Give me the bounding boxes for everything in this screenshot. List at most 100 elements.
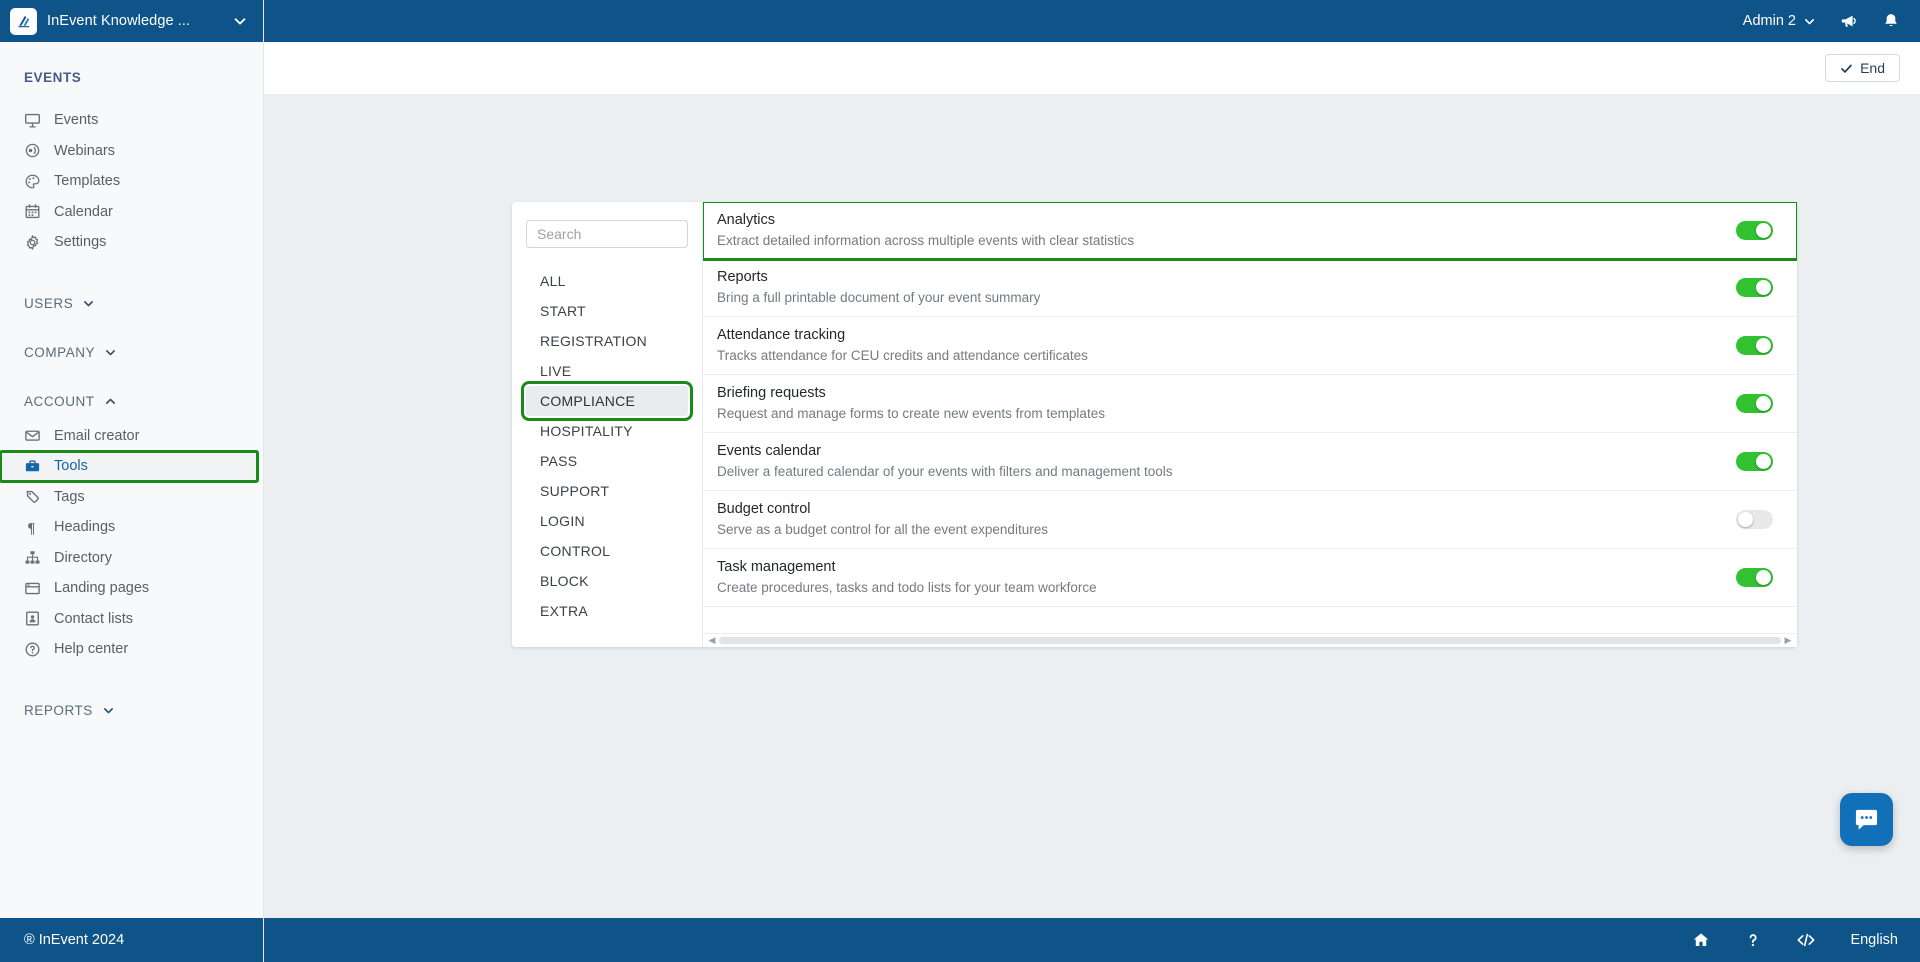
home-icon[interactable] — [1692, 931, 1710, 949]
scroll-left-arrow[interactable]: ◀ — [707, 636, 717, 645]
sidebar: InEvent Knowledge ... EVENTS Events Webi… — [0, 0, 264, 962]
admin-label: Admin 2 — [1742, 13, 1796, 29]
category-control[interactable]: CONTROL — [526, 536, 688, 566]
sidebar-item-events[interactable]: Events — [0, 105, 263, 136]
tool-description: Deliver a featured calendar of your even… — [717, 464, 1173, 480]
scrollbar-track[interactable] — [719, 637, 1781, 644]
sidebar-footer-copyright: ® InEvent 2024 — [0, 918, 263, 962]
sidebar-group-users[interactable]: USERS — [0, 284, 263, 323]
sidebar-item-email-creator[interactable]: Email creator — [0, 421, 263, 452]
tool-toggle-briefing-requests[interactable] — [1736, 394, 1773, 414]
end-button-label: End — [1860, 60, 1885, 76]
tool-info: Briefing requests Request and manage for… — [717, 384, 1736, 423]
bell-icon[interactable] — [1882, 12, 1900, 30]
category-live[interactable]: LIVE — [526, 356, 688, 386]
sidebar-item-templates[interactable]: Templates — [0, 166, 263, 197]
sidebar-group-reports[interactable]: REPORTS — [0, 691, 263, 730]
sidebar-item-settings[interactable]: Settings — [0, 227, 263, 258]
sidebar-group-label: USERS — [24, 295, 74, 311]
sidebar-item-tools[interactable]: Tools — [0, 450, 259, 483]
tool-row-events-calendar[interactable]: Events calendar Deliver a featured calen… — [703, 433, 1797, 492]
sidebar-item-label: Templates — [54, 173, 121, 190]
tool-row-task-management[interactable]: Task management Create procedures, tasks… — [703, 549, 1797, 608]
sidebar-item-help-center[interactable]: Help center — [0, 634, 263, 665]
tool-title: Briefing requests — [717, 385, 826, 402]
tool-toggle-task-management[interactable] — [1736, 568, 1773, 588]
tool-description: Tracks attendance for CEU credits and at… — [717, 347, 1088, 363]
tool-description: Extract detailed information across mult… — [717, 232, 1135, 248]
tool-row-briefing-requests[interactable]: Briefing requests Request and manage for… — [703, 375, 1797, 434]
sidebar-group-company[interactable]: COMPANY — [0, 333, 263, 372]
end-button[interactable]: End — [1825, 54, 1900, 82]
search-box[interactable] — [526, 220, 688, 248]
sidebar-group-account[interactable]: ACCOUNT — [0, 382, 263, 421]
language-selector[interactable]: English — [1850, 932, 1898, 948]
tool-title: Task management — [717, 559, 836, 576]
horizontal-scrollbar[interactable]: ◀ ▶ — [703, 633, 1797, 647]
sidebar-item-headings[interactable]: ¶ Headings — [0, 512, 263, 543]
toggle-knob — [1738, 512, 1753, 528]
code-brackets-icon[interactable] — [1796, 930, 1816, 950]
sidebar-item-landing-pages[interactable]: Landing pages — [0, 573, 263, 604]
sidebar-item-directory[interactable]: Directory — [0, 543, 263, 574]
megaphone-icon[interactable] — [1840, 12, 1858, 30]
chevron-up-icon — [104, 395, 117, 408]
tool-description: Bring a full printable document of your … — [717, 289, 1041, 305]
category-compliance[interactable]: COMPLIANCE — [521, 381, 693, 421]
tool-row-budget-control[interactable]: Budget control Serve as a budget control… — [703, 491, 1797, 550]
search-input[interactable] — [537, 226, 677, 242]
envelope-icon — [24, 427, 48, 444]
calendar-icon — [24, 203, 48, 220]
tools-column: Analytics Extract detailed information a… — [703, 202, 1797, 647]
category-extra[interactable]: EXTRA — [526, 596, 688, 626]
category-pass[interactable]: PASS — [526, 446, 688, 476]
sidebar-item-calendar[interactable]: Calendar — [0, 197, 263, 228]
toggle-knob — [1756, 280, 1771, 296]
inevent-logo-icon — [10, 7, 37, 35]
sidebar-item-label: Tags — [54, 488, 85, 505]
tool-title: Reports — [717, 269, 768, 286]
chevron-down-icon[interactable] — [233, 14, 247, 28]
brand-header[interactable]: InEvent Knowledge ... — [0, 0, 263, 42]
sidebar-item-label: Email creator — [54, 427, 140, 444]
chevron-down-icon — [104, 346, 117, 359]
sidebar-item-label: Tools — [54, 458, 88, 475]
toggle-knob — [1756, 454, 1771, 470]
sub-bar: End — [264, 42, 1920, 94]
tool-row-attendance-tracking[interactable]: Attendance tracking Tracks attendance fo… — [703, 317, 1797, 376]
question-mark-icon[interactable] — [1744, 931, 1762, 949]
tool-toggle-events-calendar[interactable] — [1736, 452, 1773, 472]
tool-title: Events calendar — [717, 443, 821, 460]
tool-row-analytics[interactable]: Analytics Extract detailed information a… — [703, 202, 1797, 262]
chevron-down-icon — [1803, 15, 1816, 28]
brand-title: InEvent Knowledge ... — [47, 13, 191, 29]
question-circle-icon — [24, 641, 48, 658]
tool-toggle-attendance-tracking[interactable] — [1736, 336, 1773, 356]
chat-bubble-icon[interactable] — [1840, 793, 1893, 846]
sidebar-group-label: ACCOUNT — [24, 393, 95, 409]
tool-info: Events calendar Deliver a featured calen… — [717, 442, 1736, 481]
category-start[interactable]: START — [526, 296, 688, 326]
tools-list: Analytics Extract detailed information a… — [703, 202, 1797, 633]
tool-toggle-budget-control[interactable] — [1736, 510, 1773, 530]
tool-toggle-reports[interactable] — [1736, 278, 1773, 298]
toggle-knob — [1756, 223, 1771, 239]
scroll-right-arrow[interactable]: ▶ — [1783, 636, 1793, 645]
sidebar-section-events: EVENTS — [24, 70, 82, 85]
category-block[interactable]: BLOCK — [526, 566, 688, 596]
category-support[interactable]: SUPPORT — [526, 476, 688, 506]
top-bar: Admin 2 — [264, 0, 1920, 42]
tool-toggle-analytics[interactable] — [1736, 221, 1773, 241]
category-login[interactable]: LOGIN — [526, 506, 688, 536]
admin-menu[interactable]: Admin 2 — [1743, 13, 1816, 29]
sidebar-item-webinars[interactable]: Webinars — [0, 136, 263, 167]
toggle-knob — [1756, 396, 1771, 412]
tool-row-reports[interactable]: Reports Bring a full printable document … — [703, 259, 1797, 318]
sidebar-item-contact-lists[interactable]: Contact lists — [0, 604, 263, 635]
sidebar-item-tags[interactable]: Tags — [0, 482, 263, 513]
category-hospitality[interactable]: HOSPITALITY — [526, 416, 688, 446]
category-registration[interactable]: REGISTRATION — [526, 326, 688, 356]
tool-info: Reports Bring a full printable document … — [717, 268, 1736, 307]
category-all[interactable]: ALL — [526, 266, 688, 296]
sidebar-nav: EVENTS Events Webinars Templates Calenda… — [0, 42, 263, 918]
